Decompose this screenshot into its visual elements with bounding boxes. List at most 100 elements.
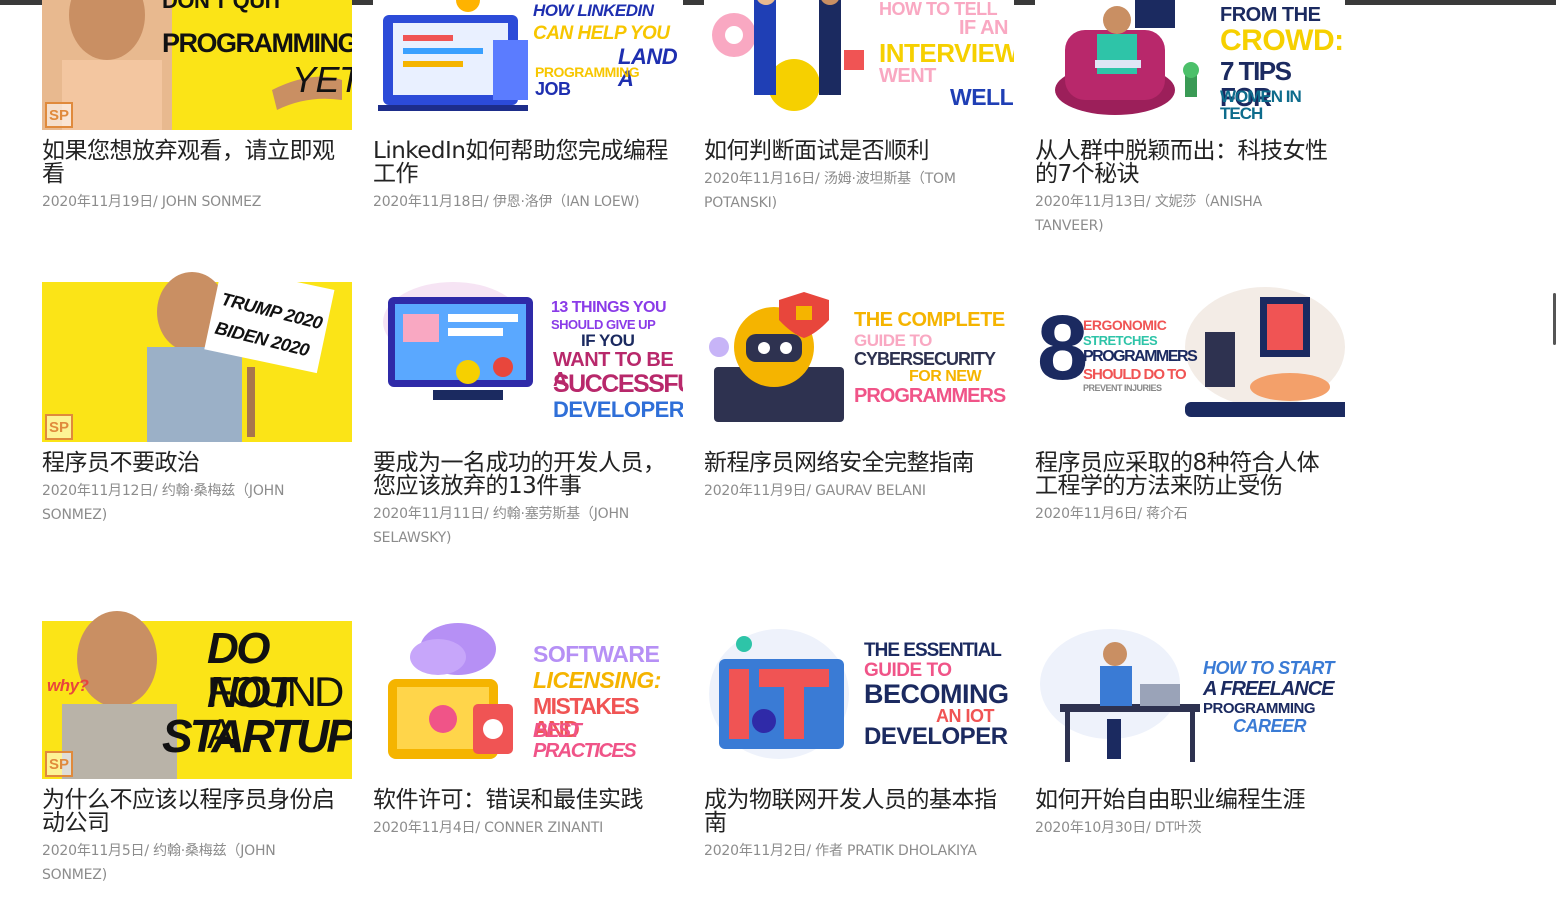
thumbnail-text: FOR NEW: [909, 368, 982, 385]
thumbnail-text: why?: [47, 676, 89, 695]
post-thumbnail[interactable]: HOW TO TELL IF AN INTERVIEW WENT WELL: [704, 0, 1014, 130]
post-date: 2020年11月11日/: [373, 506, 489, 522]
post-grid: DON'T QUIT PROGRAMMING YET! SP 如果您想放弃观看，…: [0, 0, 1556, 921]
post-card: HOW TO TELL IF AN INTERVIEW WENT WELL 如何…: [704, 0, 1014, 215]
thumbnail-text: STRETCHES: [1083, 333, 1158, 348]
post-title[interactable]: 新程序员网络安全完整指南: [704, 452, 1004, 475]
thumbnail-text: ERGONOMIC: [1083, 317, 1167, 333]
thumbnail-text: PROGRAMMERS: [854, 385, 1006, 407]
post-thumbnail[interactable]: FROM THE CROWD: 7 TIPS FOR WOMEN IN TECH: [1035, 0, 1345, 130]
sp-logo-badge: SP: [45, 102, 73, 128]
post-thumbnail[interactable]: why? DO NOT FOUND A STARTUP! SP: [42, 609, 352, 779]
post-date: 2020年11月4日/: [373, 820, 480, 836]
post-meta: 2020年11月4日/ CONNER ZINANTI: [373, 816, 668, 840]
post-meta: 2020年11月11日/ 约翰·塞劳斯基（JOHN SELAWSKY): [373, 502, 668, 550]
thumbnail-text: DEVELOPER: [864, 723, 1008, 750]
post-title[interactable]: 要成为一名成功的开发人员，您应该放弃的13件事: [373, 452, 673, 498]
post-title[interactable]: LinkedIn如何帮助您完成编程工作: [373, 140, 673, 186]
post-meta: 2020年10月30日/ DT叶茨: [1035, 816, 1330, 840]
post-title[interactable]: 如何开始自由职业编程生涯: [1035, 789, 1335, 812]
post-meta: 2020年11月12日/ 约翰·桑梅兹（JOHN SONMEZ): [42, 479, 337, 527]
post-thumbnail[interactable]: 13 THINGS YOU SHOULD GIVE UP IF YOU WANT…: [373, 272, 683, 442]
post-meta: 2020年11月5日/ 约翰·桑梅兹（JOHN SONMEZ): [42, 839, 337, 887]
thumbnail-text: PROGRAMMING: [162, 28, 352, 58]
post-author[interactable]: DT叶茨: [1155, 820, 1202, 836]
post-thumbnail[interactable]: HOW LINKEDIN CAN HELP YOU LAND A PROGRAM…: [373, 0, 683, 130]
thumbnail-text: SHOULD DO TO: [1083, 366, 1187, 383]
post-meta: 2020年11月6日/ 蒋介石: [1035, 502, 1330, 526]
thumbnail-text: A FREELANCE: [1203, 678, 1334, 700]
post-meta: 2020年11月16日/ 汤姆·波坦斯基（TOM POTANSKI): [704, 167, 999, 215]
thumbnail-text: SOFTWARE: [533, 641, 660, 667]
thumbnail-text: GUIDE TO: [864, 660, 952, 681]
thumbnail-text: CAN HELP YOU: [533, 23, 670, 44]
post-thumbnail[interactable]: THE ESSENTIAL GUIDE TO BECOMING AN IOT D…: [704, 609, 1014, 779]
post-card: 8 ERGONOMIC STRETCHES PROGRAMMERS SHOULD…: [1035, 272, 1345, 526]
post-date: 2020年11月2日/: [704, 843, 811, 859]
post-thumbnail[interactable]: DON'T QUIT PROGRAMMING YET! SP: [42, 0, 352, 130]
post-author[interactable]: 作者 PRATIK DHOLAKIYA: [815, 843, 977, 859]
post-card: DON'T QUIT PROGRAMMING YET! SP 如果您想放弃观看，…: [42, 0, 352, 214]
post-card: HOW LINKEDIN CAN HELP YOU LAND A PROGRAM…: [373, 0, 683, 214]
thumbnail-text: BEST PRACTICES: [533, 720, 637, 762]
thumbnail-text: IF YOU: [581, 331, 635, 350]
post-date: 2020年11月9日/: [704, 483, 811, 499]
post-date: 2020年11月5日/: [42, 843, 149, 859]
thumbnail-text: DEVELOPER: [553, 397, 683, 422]
thumbnail-text: SUCCESSFUL: [553, 370, 683, 398]
thumbnail-text: HOW TO START: [1203, 658, 1335, 678]
post-date: 2020年11月16日/: [704, 171, 820, 187]
thumbnail-text: PROGRAMMING: [535, 64, 640, 80]
post-date: 2020年11月19日/: [42, 194, 158, 210]
post-card: SOFTWARE LICENSING: MISTAKES AND BEST PR…: [373, 609, 683, 840]
post-author[interactable]: GAURAV BELANI: [815, 483, 926, 499]
post-date: 2020年11月12日/: [42, 483, 158, 499]
thumbnail-text: THE COMPLETE: [854, 309, 1005, 331]
thumbnail-text: PROGRAMMING: [1203, 700, 1316, 717]
post-card: HOW TO START A FREELANCE PROGRAMMING CAR…: [1035, 609, 1345, 840]
post-title[interactable]: 成为物联网开发人员的基本指南: [704, 789, 1004, 835]
post-title[interactable]: 程序员不要政治: [42, 452, 342, 475]
post-thumbnail[interactable]: SOFTWARE LICENSING: MISTAKES AND BEST PR…: [373, 609, 683, 779]
post-meta: 2020年11月2日/ 作者 PRATIK DHOLAKIYA: [704, 839, 999, 863]
post-meta: 2020年11月9日/ GAURAV BELANI: [704, 479, 999, 503]
thumbnail-text: CROWD:: [1220, 24, 1344, 57]
post-meta: 2020年11月18日/ 伊恩·洛伊（IAN LOEW): [373, 190, 668, 214]
thumbnail-text: 8: [1037, 297, 1088, 399]
post-title[interactable]: 程序员应采取的8种符合人体工程学的方法来防止受伤: [1035, 452, 1335, 498]
post-thumbnail[interactable]: HOW TO START A FREELANCE PROGRAMMING CAR…: [1035, 609, 1345, 779]
thumbnail-text: SHOULD GIVE UP: [551, 317, 656, 332]
thumbnail-text: LICENSING:: [533, 667, 661, 693]
post-card: THE ESSENTIAL GUIDE TO BECOMING AN IOT D…: [704, 609, 1014, 863]
thumbnail-text: FROM THE: [1220, 4, 1321, 26]
post-card: FROM THE CROWD: 7 TIPS FOR WOMEN IN TECH…: [1035, 0, 1345, 238]
post-author[interactable]: 蒋介石: [1146, 506, 1188, 522]
post-author[interactable]: CONNER ZINANTI: [484, 820, 603, 836]
post-date: 2020年11月18日/: [373, 194, 489, 210]
post-author[interactable]: 伊恩·洛伊（IAN LOEW): [493, 194, 640, 210]
thumbnail-text: WOMEN IN TECH: [1220, 87, 1302, 123]
thumbnail-text: YET!: [292, 59, 352, 100]
post-title[interactable]: 从人群中脱颖而出：科技女性的7个秘诀: [1035, 140, 1335, 186]
post-date: 2020年10月30日/: [1035, 820, 1151, 836]
post-title[interactable]: 如何判断面试是否顺利: [704, 140, 1004, 163]
sp-logo-badge: SP: [45, 414, 73, 440]
post-title[interactable]: 为什么不应该以程序员身份启动公司: [42, 789, 342, 835]
thumbnail-text: WELL: [950, 84, 1014, 110]
thumbnail-text: GUIDE TO: [854, 331, 932, 350]
post-date: 2020年11月13日/: [1035, 194, 1151, 210]
thumbnail-text: STARTUP!: [162, 710, 352, 762]
post-author[interactable]: JOHN SONMEZ: [162, 194, 261, 210]
post-thumbnail[interactable]: 8 ERGONOMIC STRETCHES PROGRAMMERS SHOULD…: [1035, 272, 1345, 442]
thumbnail-text: BECOMING: [864, 679, 1009, 709]
post-thumbnail[interactable]: THE COMPLETE GUIDE TO CYBERSECURITY FOR …: [704, 272, 1014, 442]
post-title[interactable]: 如果您想放弃观看，请立即观看: [42, 140, 342, 186]
thumbnail-text: THE ESSENTIAL: [864, 640, 1002, 661]
thumbnail-text: HOW TO TELL: [879, 0, 998, 19]
post-title[interactable]: 软件许可：错误和最佳实践: [373, 789, 673, 812]
post-meta: 2020年11月19日/ JOHN SONMEZ: [42, 190, 337, 214]
sp-logo-badge: SP: [45, 751, 73, 777]
post-thumbnail[interactable]: TRUMP 2020 BIDEN 2020 SP: [42, 272, 352, 442]
post-date: 2020年11月6日/: [1035, 506, 1142, 522]
thumbnail-text: CYBERSECURITY: [854, 349, 996, 369]
